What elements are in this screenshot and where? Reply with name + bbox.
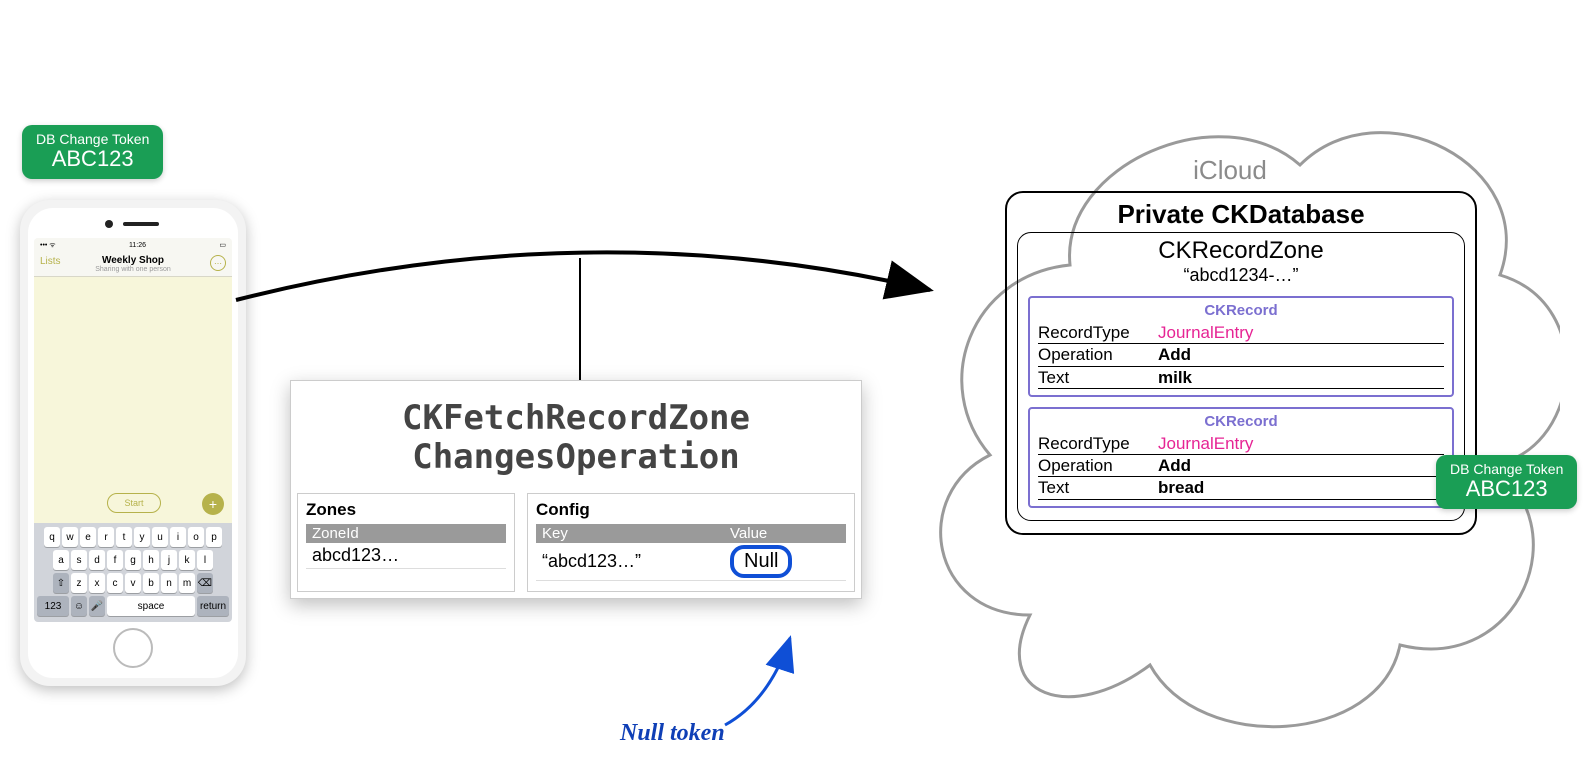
- app-header: Lists Weekly Shop Sharing with one perso…: [34, 252, 232, 277]
- app-body: Start +: [34, 277, 232, 523]
- keyboard-key[interactable]: d: [89, 550, 105, 570]
- recordtype-value: JournalEntry: [1158, 433, 1444, 454]
- ckrecord-label: CKRecord: [1038, 413, 1444, 430]
- zones-value: abcd123…: [306, 543, 506, 569]
- iphone-device: ••• ᯤ 11:26 ▭ Lists Weekly Shop Sharing …: [20, 200, 246, 686]
- zones-panel: Zones ZoneId abcd123…: [297, 493, 515, 592]
- ckrecord: CKRecord RecordTypeJournalEntryOperationA…: [1028, 407, 1454, 508]
- keyboard-key[interactable]: v: [125, 573, 141, 593]
- ckrecord: CKRecord RecordTypeJournalEntryOperationA…: [1028, 296, 1454, 397]
- token-title: DB Change Token: [36, 131, 149, 147]
- zone-title: CKRecordZone: [1028, 237, 1454, 265]
- null-value-highlight: Null: [730, 545, 792, 578]
- operation-title: CKFetchRecordZone ChangesOperation: [291, 381, 861, 487]
- null-token-annotation: Null token: [620, 720, 725, 747]
- screen-title: Weekly Shop: [34, 255, 232, 266]
- keyboard-key[interactable]: k: [179, 550, 195, 570]
- keyboard-key[interactable]: t: [116, 527, 132, 547]
- more-icon[interactable]: ⋯: [210, 255, 226, 271]
- keyboard-key[interactable]: g: [125, 550, 141, 570]
- text-label: Text: [1038, 477, 1158, 498]
- keyboard-key[interactable]: c: [107, 573, 123, 593]
- phone-earpiece: [123, 222, 159, 226]
- recordtype-label: RecordType: [1038, 322, 1158, 343]
- keyboard-key[interactable]: f: [107, 550, 123, 570]
- keyboard-key[interactable]: ⇧: [53, 573, 69, 593]
- private-ckdatabase-box: Private CKDatabase CKRecordZone “abcd123…: [1005, 191, 1477, 535]
- db-change-token-left: DB Change Token ABC123: [22, 125, 163, 179]
- config-panel: Config Key Value “abcd123…” Null: [527, 493, 855, 592]
- keyboard-key[interactable]: z: [71, 573, 87, 593]
- phone-camera-dot: [105, 220, 113, 228]
- icloud-label: iCloud: [900, 155, 1560, 186]
- keyboard-key[interactable]: 🎤: [89, 596, 105, 616]
- add-button[interactable]: +: [202, 493, 224, 515]
- nav-back-lists[interactable]: Lists: [40, 256, 61, 267]
- status-battery: ▭: [219, 241, 226, 249]
- start-button[interactable]: Start: [107, 493, 161, 513]
- keyboard-key[interactable]: n: [161, 573, 177, 593]
- status-time: 11:26: [129, 242, 146, 249]
- config-header-key: Key: [536, 524, 724, 543]
- keyboard-key[interactable]: 123: [37, 596, 69, 616]
- keyboard-key[interactable]: q: [44, 527, 60, 547]
- home-button[interactable]: [113, 628, 153, 668]
- keyboard-key[interactable]: s: [71, 550, 87, 570]
- keyboard-key[interactable]: ☺: [71, 596, 87, 616]
- operation-value: Add: [1158, 344, 1444, 365]
- phone-screen: ••• ᯤ 11:26 ▭ Lists Weekly Shop Sharing …: [34, 238, 232, 622]
- status-bar: ••• ᯤ 11:26 ▭: [34, 238, 232, 252]
- keyboard-key[interactable]: m: [179, 573, 195, 593]
- keyboard-key[interactable]: w: [62, 527, 78, 547]
- zones-table: ZoneId abcd123…: [306, 524, 506, 569]
- database-title: Private CKDatabase: [1017, 199, 1465, 230]
- keyboard-key[interactable]: space: [107, 596, 195, 616]
- keyboard-key[interactable]: r: [98, 527, 114, 547]
- config-value-cell: Null: [724, 543, 846, 581]
- zones-label: Zones: [306, 500, 506, 520]
- keyboard-key[interactable]: x: [89, 573, 105, 593]
- keyboard-key[interactable]: o: [188, 527, 204, 547]
- keyboard-key[interactable]: return: [197, 596, 229, 616]
- text-value: bread: [1158, 477, 1444, 498]
- config-header-value: Value: [724, 524, 846, 543]
- config-table: Key Value “abcd123…” Null: [536, 524, 846, 581]
- keyboard-key[interactable]: b: [143, 573, 159, 593]
- keyboard-key[interactable]: j: [161, 550, 177, 570]
- db-change-token-right: DB Change Token ABC123: [1436, 455, 1577, 509]
- screen-subtitle: Sharing with one person: [34, 266, 232, 273]
- ios-keyboard[interactable]: qwertyuiop asdfghjkl ⇧zxcvbnm⌫ 123☺🎤spac…: [34, 523, 232, 622]
- recordtype-value: JournalEntry: [1158, 322, 1444, 343]
- zones-header: ZoneId: [306, 524, 506, 543]
- token-title: DB Change Token: [1450, 461, 1563, 477]
- token-value: ABC123: [1450, 477, 1563, 501]
- ckfetch-operation-box: CKFetchRecordZone ChangesOperation Zones…: [290, 380, 862, 599]
- keyboard-key[interactable]: e: [80, 527, 96, 547]
- text-value: milk: [1158, 367, 1444, 388]
- operation-label: Operation: [1038, 344, 1158, 365]
- operation-label: Operation: [1038, 455, 1158, 476]
- text-label: Text: [1038, 367, 1158, 388]
- keyboard-key[interactable]: l: [197, 550, 213, 570]
- keyboard-key[interactable]: h: [143, 550, 159, 570]
- operation-value: Add: [1158, 455, 1444, 476]
- icloud-cloud: iCloud Private CKDatabase CKRecordZone “…: [900, 55, 1560, 755]
- ckrecordzone-box: CKRecordZone “abcd1234-…” CKRecord Record…: [1017, 232, 1465, 521]
- keyboard-key[interactable]: p: [206, 527, 222, 547]
- keyboard-key[interactable]: i: [170, 527, 186, 547]
- config-key: “abcd123…”: [536, 543, 724, 581]
- keyboard-key[interactable]: ⌫: [197, 573, 213, 593]
- ckrecord-label: CKRecord: [1038, 302, 1444, 319]
- keyboard-key[interactable]: y: [134, 527, 150, 547]
- zone-subtitle: “abcd1234-…”: [1028, 265, 1454, 286]
- recordtype-label: RecordType: [1038, 433, 1158, 454]
- keyboard-key[interactable]: a: [53, 550, 69, 570]
- keyboard-key[interactable]: u: [152, 527, 168, 547]
- token-value: ABC123: [36, 147, 149, 171]
- status-left: ••• ᯤ: [40, 241, 56, 250]
- config-label: Config: [536, 500, 846, 520]
